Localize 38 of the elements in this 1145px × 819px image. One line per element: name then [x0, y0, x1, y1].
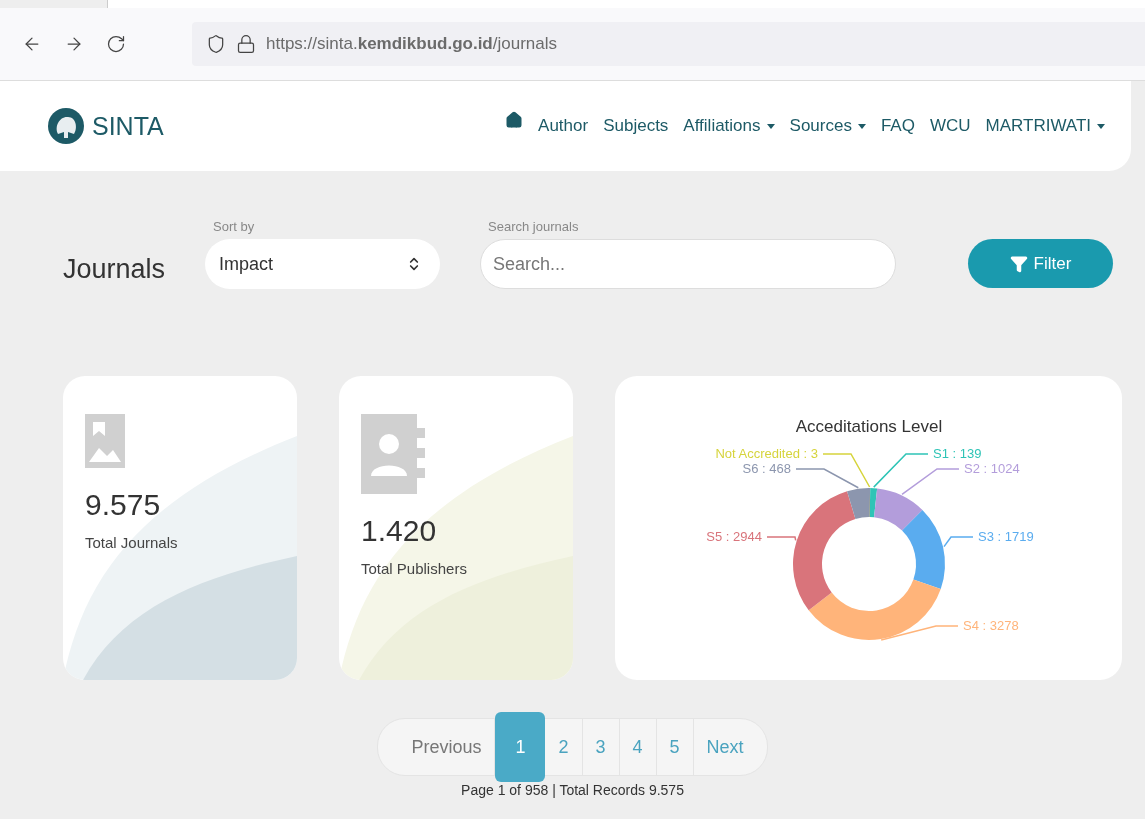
slice-label: S4 : 3278	[963, 618, 1019, 633]
stat-label: Total Publishers	[361, 560, 468, 577]
address-bar[interactable]: https://sinta.kemdikbud.go.id/journals	[192, 22, 1145, 66]
leader-line	[766, 536, 797, 542]
shield-icon	[206, 34, 226, 54]
leader-line	[901, 468, 960, 496]
slice-label: Not Accredited : 3	[715, 446, 818, 461]
slice-label: S3 : 1719	[978, 529, 1034, 544]
nav-link[interactable]: Author	[538, 116, 589, 136]
slice-label: S6 : 468	[742, 461, 791, 476]
chart-title: Acceditations Level	[795, 417, 943, 436]
search-field[interactable]: Search...	[480, 239, 897, 289]
stat-label: Total Journals	[85, 534, 179, 551]
filter-icon	[1009, 254, 1028, 273]
nav-link[interactable]: Affiliations	[683, 116, 775, 136]
image-icon	[85, 414, 125, 468]
reload-icon[interactable]	[106, 34, 126, 54]
nav-link[interactable]: WCU	[929, 116, 971, 136]
slice-label: S5 : 2944	[706, 529, 762, 544]
field-label: Sort by	[212, 219, 256, 234]
page-info: Page 1 of 958 | Total Records 9.575	[461, 782, 684, 798]
leader-line	[943, 536, 974, 548]
contact-book-icon	[361, 414, 425, 494]
nav-link[interactable]: MARTRIWATI	[985, 116, 1105, 136]
sort-select[interactable]: Impact	[205, 239, 441, 289]
nav-link[interactable]: FAQ	[880, 116, 915, 136]
slice-label: S1 : 139	[933, 446, 982, 461]
tree-logo-icon	[48, 108, 84, 144]
stat-value: 9.575	[85, 488, 162, 522]
nav-link[interactable]: Sources	[789, 116, 866, 136]
page-title: Journals	[63, 254, 166, 285]
brand-name[interactable]: SINTA	[92, 111, 164, 141]
slice-label: S2 : 1024	[964, 461, 1020, 476]
field-label: Search journals	[487, 219, 580, 234]
lock-icon	[236, 34, 256, 54]
stat-value: 1.420	[361, 514, 438, 548]
leader-line	[873, 453, 929, 488]
nav-link[interactable]: Subjects	[603, 116, 669, 136]
